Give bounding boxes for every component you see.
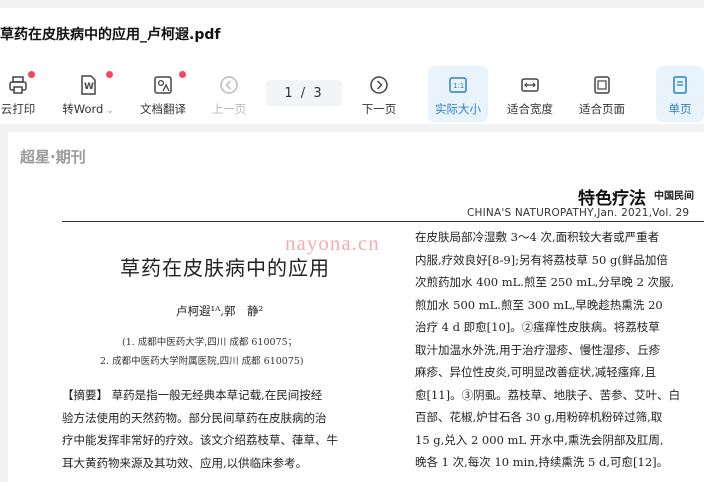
body-line: 百部、花椒,炉甘石各 30 g,用粉碎机粉碎过筛,取	[415, 410, 663, 424]
notification-dot	[179, 71, 186, 78]
body-line: 治疗 4 d 即愈[10]。②瘙痒性皮肤病。将荔枝草	[415, 320, 660, 334]
body-line: 15 g,兑入 2 000 mL 开水中,熏洗会阴部及肛周,	[415, 432, 664, 447]
word-icon: W	[77, 74, 99, 96]
header-rule	[62, 221, 704, 222]
svg-text:1:1: 1:1	[453, 82, 464, 90]
body-line: 取汁加温水外洗,用于治疗湿疹、慢性湿疹、丘疹	[415, 342, 661, 357]
chevron-left-circle-icon	[218, 74, 240, 96]
abstract-line: 耳大黄药物来源及其功效、应用,以供临床参考。	[62, 455, 308, 470]
journal-column-name: 特色疗法	[578, 189, 646, 209]
body-line: 晚各 1 次,每次 10 min,持续熏洗 5 d,可愈[12]。	[415, 455, 669, 469]
journal-name-small: 中国民间	[654, 191, 694, 202]
brand-watermark: 超星·期刊	[20, 148, 86, 166]
author-affiliation-2: 2. 成都中医药大学附属医院,四川 成都 610075)	[100, 356, 304, 367]
abstract-line: 疗中能发挥非常好的疗效。该文介绍荔枝草、葎草、牛	[62, 433, 338, 447]
article-authors: 卢柯遐¹ᴬ,郭 静²	[176, 304, 264, 318]
printer-icon	[7, 74, 29, 96]
body-line: 愈[11]。③阴虱。荔枝草、地肤子、苦参、艾叶、白	[415, 387, 681, 402]
window-top-strip	[0, 0, 704, 8]
translate-button[interactable]: 文档翻译	[134, 66, 192, 122]
single-page-icon	[669, 74, 691, 96]
fit-page-button[interactable]: 适合页面	[572, 66, 632, 122]
author-affiliation-1: (1. 成都中医药大学,四川 成都 610075；	[122, 337, 298, 348]
abstract-line: 【摘要】 草药是指一般无经典本草记载,在民间按经	[62, 388, 323, 402]
actual-size-icon: 1:1	[447, 74, 469, 96]
body-line: 煎加水 500 mL.煎至 300 mL,早晚趁热熏洗 20	[415, 297, 663, 312]
notification-dot	[106, 71, 113, 78]
article-abstract: 【摘要】 草药是指一般无经典本草记载,在民间按经 验方法使用的天然药物。部分民间…	[62, 384, 394, 474]
to-word-label: 转Word ⌄	[62, 102, 114, 116]
site-watermark: nayona.cn	[285, 231, 380, 255]
to-word-button[interactable]: W 转Word ⌄	[58, 66, 118, 122]
single-page-button[interactable]: 单页	[656, 66, 704, 122]
fit-width-label: 适合宽度	[507, 102, 553, 116]
next-page-label: 下一页	[361, 102, 397, 116]
body-line: 麻疹、异位性皮炎,可明显改善症状,减轻瘙痒,且	[415, 365, 656, 379]
body-line: 在皮肤局部冷湿敷 3～4 次,面积较大者或严重者	[415, 230, 660, 244]
cloud-print-button[interactable]: 云打印	[0, 66, 44, 122]
page-number-input[interactable]: 1 / 3	[266, 80, 342, 106]
translate-label: 文档翻译	[140, 102, 186, 116]
notification-dot	[28, 71, 35, 78]
actual-size-button[interactable]: 1:1 实际大小	[428, 66, 488, 122]
next-page-button[interactable]: 下一页	[354, 66, 404, 122]
cloud-print-label: 云打印	[0, 102, 36, 116]
fit-width-button[interactable]: 适合宽度	[500, 66, 560, 122]
fit-page-label: 适合页面	[579, 102, 625, 116]
abstract-line: 验方法使用的天然药物。部分民间草药在皮肤病的治	[62, 410, 327, 425]
body-line: 次煎药加水 400 mL.煎至 250 mL,分早晚 2 次服,	[415, 275, 675, 289]
chevron-right-circle-icon	[368, 74, 390, 96]
toolbar: 云打印 W 转Word ⌄ 文档翻译 上一页 下一页 1:1 实际大小 适合宽度…	[0, 66, 704, 122]
article-body-right-column: 在皮肤局部冷湿敷 3～4 次,面积较大者或严重者 内服,疗效良好[8-9];另有…	[415, 226, 704, 474]
prev-page-button[interactable]: 上一页	[204, 66, 254, 122]
translate-icon	[152, 74, 174, 96]
actual-size-label: 实际大小	[435, 102, 481, 116]
journal-citation-line: CHINA'S NATUROPATHY,Jan. 2021,Vol. 29	[467, 207, 690, 219]
fit-width-icon	[519, 74, 541, 96]
document-title: 草药在皮肤病中的应用_卢柯遐.pdf	[0, 27, 221, 43]
svg-text:W: W	[84, 82, 94, 92]
fit-page-icon	[591, 74, 613, 96]
article-title: 草药在皮肤病中的应用	[120, 256, 330, 280]
body-line: 内服,疗效良好[8-9];另有将荔枝草 50 g(鲜品加倍	[415, 252, 668, 267]
single-page-label: 单页	[668, 102, 692, 116]
prev-page-label: 上一页	[211, 102, 247, 116]
